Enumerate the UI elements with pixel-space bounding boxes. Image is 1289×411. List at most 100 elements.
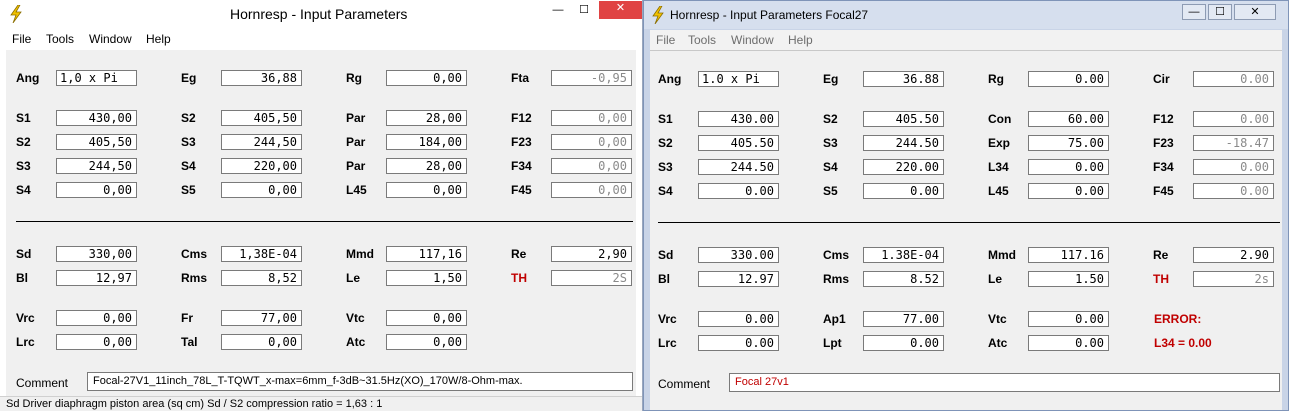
field-s5b[interactable]: 0.00 bbox=[863, 183, 944, 199]
menu-file[interactable]: File bbox=[656, 33, 675, 47]
field-con[interactable]: 60.00 bbox=[1028, 111, 1109, 127]
label-bl: Bl bbox=[16, 271, 28, 285]
menu-help[interactable]: Help bbox=[788, 33, 813, 47]
comment-field[interactable]: Focal 27v1 bbox=[729, 373, 1280, 392]
field-s4b[interactable]: 220.00 bbox=[863, 159, 944, 175]
field-par2[interactable]: 184,00 bbox=[386, 134, 467, 150]
field-le[interactable]: 1.50 bbox=[1028, 271, 1109, 287]
field-f23[interactable]: 0,00 bbox=[551, 134, 632, 150]
minimize-button[interactable]: — bbox=[548, 3, 568, 19]
field-eg[interactable]: 36.88 bbox=[863, 71, 944, 87]
field-f45[interactable]: 0.00 bbox=[1193, 183, 1274, 199]
field-cir[interactable]: 0.00 bbox=[1193, 71, 1274, 87]
menu-tools[interactable]: Tools bbox=[46, 32, 74, 46]
field-th[interactable]: 2s bbox=[1193, 271, 1274, 287]
field-bl[interactable]: 12,97 bbox=[56, 270, 137, 286]
separator-line bbox=[16, 221, 633, 222]
field-l34[interactable]: 0.00 bbox=[1028, 159, 1109, 175]
field-ang[interactable]: 1.0 x Pi bbox=[698, 71, 779, 87]
field-f12[interactable]: 0.00 bbox=[1193, 111, 1274, 127]
menu-tools[interactable]: Tools bbox=[688, 33, 716, 47]
lightning-bolt-icon bbox=[10, 5, 22, 23]
label-rg: Rg bbox=[988, 72, 1004, 86]
field-cms[interactable]: 1.38E-04 bbox=[863, 247, 944, 263]
field-mmd[interactable]: 117,16 bbox=[386, 246, 467, 262]
minimize-button[interactable]: — bbox=[1182, 4, 1206, 20]
field-s2b[interactable]: 405,50 bbox=[221, 110, 302, 126]
field-s2a[interactable]: 405.50 bbox=[698, 135, 779, 151]
label-l45: L45 bbox=[346, 183, 367, 197]
field-f34[interactable]: 0.00 bbox=[1193, 159, 1274, 175]
maximize-button[interactable]: ☐ bbox=[574, 3, 594, 19]
label-s3b: S3 bbox=[823, 136, 838, 150]
label-l45: L45 bbox=[988, 184, 1009, 198]
field-ap1[interactable]: 77.00 bbox=[863, 311, 944, 327]
label-par3: Par bbox=[346, 159, 366, 173]
field-f45[interactable]: 0,00 bbox=[551, 182, 632, 198]
field-rg[interactable]: 0.00 bbox=[1028, 71, 1109, 87]
field-s1a[interactable]: 430,00 bbox=[56, 110, 137, 126]
close-button[interactable]: ✕ bbox=[1234, 4, 1276, 20]
label-mmd: Mmd bbox=[988, 248, 1016, 262]
field-le[interactable]: 1,50 bbox=[386, 270, 467, 286]
menu-window[interactable]: Window bbox=[731, 33, 774, 47]
field-atc[interactable]: 0,00 bbox=[386, 334, 467, 350]
field-fr[interactable]: 77,00 bbox=[221, 310, 302, 326]
field-s3a[interactable]: 244,50 bbox=[56, 158, 137, 174]
field-ang[interactable]: 1,0 x Pi bbox=[56, 70, 137, 86]
label-rg: Rg bbox=[346, 71, 362, 85]
field-l45[interactable]: 0.00 bbox=[1028, 183, 1109, 199]
field-fta[interactable]: -0,95 bbox=[551, 70, 632, 86]
menu-window[interactable]: Window bbox=[89, 32, 132, 46]
field-par3[interactable]: 28,00 bbox=[386, 158, 467, 174]
field-vrc[interactable]: 0,00 bbox=[56, 310, 137, 326]
label-exp: Exp bbox=[988, 136, 1011, 150]
field-s4a[interactable]: 0,00 bbox=[56, 182, 137, 198]
parameters-panel: ERROR: L34 = 0.00 Comment Focal 27v1 Ang… bbox=[650, 51, 1282, 410]
field-sd[interactable]: 330.00 bbox=[698, 247, 779, 263]
label-mmd: Mmd bbox=[346, 247, 374, 261]
field-vrc[interactable]: 0.00 bbox=[698, 311, 779, 327]
comment-field[interactable]: Focal-27V1_11inch_78L_T-TQWT_x-max=6mm_f… bbox=[87, 372, 633, 391]
field-s2a[interactable]: 405,50 bbox=[56, 134, 137, 150]
field-par1[interactable]: 28,00 bbox=[386, 110, 467, 126]
field-cms[interactable]: 1,38E-04 bbox=[221, 246, 302, 262]
field-lrc[interactable]: 0.00 bbox=[698, 335, 779, 351]
field-mmd[interactable]: 117.16 bbox=[1028, 247, 1109, 263]
label-l34: L34 bbox=[988, 160, 1009, 174]
field-vtc[interactable]: 0,00 bbox=[386, 310, 467, 326]
field-rms[interactable]: 8,52 bbox=[221, 270, 302, 286]
field-rg[interactable]: 0,00 bbox=[386, 70, 467, 86]
field-s4a[interactable]: 0.00 bbox=[698, 183, 779, 199]
field-s4b[interactable]: 220,00 bbox=[221, 158, 302, 174]
field-eg[interactable]: 36,88 bbox=[221, 70, 302, 86]
field-f34[interactable]: 0,00 bbox=[551, 158, 632, 174]
field-f12[interactable]: 0,00 bbox=[551, 110, 632, 126]
field-lrc[interactable]: 0,00 bbox=[56, 334, 137, 350]
menu-file[interactable]: File bbox=[12, 32, 31, 46]
field-exp[interactable]: 75.00 bbox=[1028, 135, 1109, 151]
field-rms[interactable]: 8.52 bbox=[863, 271, 944, 287]
field-l45[interactable]: 0,00 bbox=[386, 182, 467, 198]
field-tal[interactable]: 0,00 bbox=[221, 334, 302, 350]
label-vtc: Vtc bbox=[988, 312, 1007, 326]
close-button[interactable]: ✕ bbox=[599, 1, 642, 19]
field-s2b[interactable]: 405.50 bbox=[863, 111, 944, 127]
maximize-button[interactable]: ☐ bbox=[1208, 4, 1232, 20]
field-th[interactable]: 2S bbox=[551, 270, 632, 286]
field-s1a[interactable]: 430.00 bbox=[698, 111, 779, 127]
field-s3b[interactable]: 244,50 bbox=[221, 134, 302, 150]
field-atc[interactable]: 0.00 bbox=[1028, 335, 1109, 351]
field-f23[interactable]: -18.47 bbox=[1193, 135, 1274, 151]
field-vtc[interactable]: 0.00 bbox=[1028, 311, 1109, 327]
field-lpt[interactable]: 0.00 bbox=[863, 335, 944, 351]
field-re[interactable]: 2.90 bbox=[1193, 247, 1274, 263]
field-s5b[interactable]: 0,00 bbox=[221, 182, 302, 198]
field-re[interactable]: 2,90 bbox=[551, 246, 632, 262]
menu-help[interactable]: Help bbox=[146, 32, 171, 46]
field-bl[interactable]: 12.97 bbox=[698, 271, 779, 287]
field-sd[interactable]: 330,00 bbox=[56, 246, 137, 262]
label-cms: Cms bbox=[181, 247, 208, 261]
field-s3a[interactable]: 244.50 bbox=[698, 159, 779, 175]
field-s3b[interactable]: 244.50 bbox=[863, 135, 944, 151]
